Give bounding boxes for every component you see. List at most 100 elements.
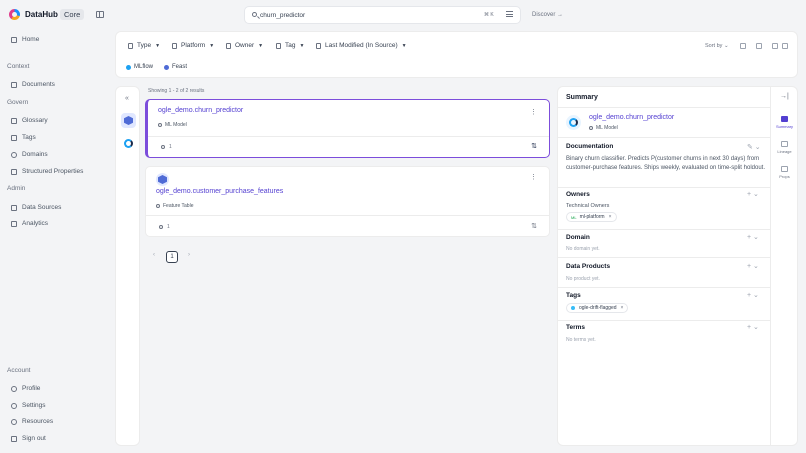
- user-icon: [226, 42, 231, 49]
- sidebar-item-documents[interactable]: Documents: [11, 81, 55, 88]
- sidebar-item-domains[interactable]: Domains: [11, 151, 48, 158]
- sidebar-item-data-sources[interactable]: Data Sources: [11, 204, 61, 211]
- sidebar-item-tags[interactable]: Tags: [11, 134, 36, 141]
- chip-label: MLflow: [134, 64, 154, 70]
- top-bar: DataHub Core churn_predictor ⌘ K Discove…: [0, 0, 806, 30]
- book-icon: [11, 117, 17, 124]
- expand-icon[interactable]: ⇅: [531, 142, 537, 150]
- app-title: DataHub: [25, 10, 58, 19]
- datahub-logo-icon[interactable]: [9, 9, 20, 20]
- sidebar: Home Context Documents Govern Glossary T…: [0, 30, 112, 453]
- domain-actions[interactable]: + ⌄: [747, 233, 759, 241]
- search-filter-icon[interactable]: [506, 11, 513, 17]
- double-chevron-left-icon[interactable]: «: [125, 95, 129, 102]
- document-icon: [11, 81, 17, 88]
- chevron-down-icon: ▼: [401, 42, 407, 49]
- close-icon[interactable]: ×: [609, 214, 612, 220]
- filter-platform[interactable]: Platform ▼: [172, 42, 214, 49]
- rail-platform-feast[interactable]: [121, 113, 136, 128]
- terms-title: Terms: [566, 324, 586, 331]
- card-divider: [146, 215, 549, 216]
- sidebar-collapse-icon[interactable]: [96, 11, 104, 18]
- owners-actions[interactable]: + ⌄: [747, 190, 759, 198]
- chevron-down-icon: ▼: [155, 42, 161, 49]
- search-value: churn_predictor: [260, 12, 306, 19]
- filter-owner[interactable]: Owner ▼: [226, 42, 263, 49]
- feast-icon: [124, 116, 133, 125]
- documentation-text: Binary churn classifier. Predicts P(cust…: [566, 156, 765, 171]
- chart-line-icon: [11, 220, 17, 227]
- tab-label: Summary: [775, 124, 794, 129]
- result-count: 1: [159, 224, 170, 230]
- feast-icon: [164, 64, 169, 70]
- platform-rail: «: [115, 86, 140, 446]
- discover-label: Discover: [532, 12, 556, 18]
- sidebar-item-label: Domains: [22, 151, 48, 158]
- sidebar-item-analytics[interactable]: Analytics: [11, 220, 48, 227]
- mlflow-icon: [569, 118, 578, 127]
- search-input[interactable]: churn_predictor: [244, 6, 521, 24]
- file-icon: [128, 42, 133, 49]
- chevron-down-icon: ▼: [299, 42, 305, 49]
- result-title[interactable]: ogle_demo.churn_predictor: [158, 107, 243, 114]
- model-icon: [158, 123, 162, 127]
- entity-name[interactable]: ogle_demo.churn_predictor: [589, 114, 674, 121]
- expand-icon[interactable]: ⇅: [531, 222, 537, 230]
- tag-pill[interactable]: ogle-drift-flagged ×: [566, 303, 629, 313]
- discover-link[interactable]: Discover →: [532, 12, 563, 18]
- entity-type-label: ML Model: [596, 125, 618, 131]
- sidebar-item-profile[interactable]: Profile: [11, 385, 40, 392]
- sidebar-item-structured-properties[interactable]: Structured Properties: [11, 168, 83, 175]
- owner-pill[interactable]: ML ml-platform ×: [566, 212, 617, 222]
- card-view-icon[interactable]: [772, 43, 778, 49]
- tab-label: Props: [779, 174, 790, 179]
- tags-actions[interactable]: + ⌄: [747, 291, 759, 299]
- sidebar-item-glossary[interactable]: Glossary: [11, 117, 48, 124]
- pagination-current[interactable]: 1: [166, 251, 178, 263]
- filter-type[interactable]: Type ▼: [128, 42, 160, 49]
- edit-icon[interactable]: [756, 43, 762, 49]
- more-options-icon[interactable]: ⋮: [530, 173, 537, 181]
- filter-tag[interactable]: Tag ▼: [276, 42, 304, 49]
- result-title[interactable]: ogle_demo.customer_purchase_features: [156, 188, 283, 195]
- documentation-title: Documentation: [566, 143, 614, 150]
- close-icon[interactable]: ×: [621, 305, 624, 311]
- entity-badge: [566, 115, 581, 130]
- sidebar-item-home[interactable]: Home: [11, 36, 39, 43]
- tag-color-dot: [571, 306, 575, 310]
- more-options-icon[interactable]: ⋮: [530, 108, 537, 116]
- filter-last-modified[interactable]: Last Modified (In Source) ▼: [316, 42, 407, 49]
- collapse-panel-icon[interactable]: →|: [780, 93, 789, 100]
- gear-icon: [11, 402, 17, 409]
- pagination-next[interactable]: ›: [188, 252, 190, 258]
- divider: [558, 287, 770, 288]
- sidebar-item-settings[interactable]: Settings: [11, 402, 46, 409]
- card-divider: [148, 136, 549, 137]
- eye-icon: [159, 225, 163, 229]
- sidebar-item-label: Home: [22, 36, 40, 43]
- mlflow-icon: [126, 64, 131, 70]
- download-icon[interactable]: [740, 43, 746, 49]
- result-card-customer-purchase-features[interactable]: ogle_demo.customer_purchase_features Fea…: [145, 166, 550, 237]
- pagination-prev[interactable]: ‹: [153, 252, 155, 258]
- sidebar-item-label: Profile: [22, 385, 41, 392]
- chevron-down-icon: ▼: [209, 42, 215, 49]
- divider: [558, 187, 770, 188]
- documentation-actions[interactable]: ✎ ⌄: [747, 143, 761, 151]
- result-type: Feature Table: [156, 203, 193, 209]
- terms-actions[interactable]: + ⌄: [747, 323, 759, 331]
- list-view-icon[interactable]: [782, 43, 788, 49]
- data-products-actions[interactable]: + ⌄: [747, 262, 759, 270]
- sidebar-item-sign-out[interactable]: Sign out: [11, 435, 46, 442]
- sidebar-item-resources[interactable]: Resources: [11, 418, 53, 425]
- rail-platform-mlflow[interactable]: [121, 136, 136, 151]
- domain-title: Domain: [566, 234, 590, 241]
- tab-lineage[interactable]: Lineage: [771, 141, 798, 154]
- result-card-churn-predictor[interactable]: ogle_demo.churn_predictor ML Model ⋮ 1 ⇅: [145, 99, 550, 158]
- platform-chip-feast[interactable]: Feast: [164, 64, 187, 70]
- globe-icon: [11, 151, 17, 158]
- tab-props[interactable]: Props: [771, 166, 798, 179]
- platform-chip-mlflow[interactable]: MLflow: [126, 64, 153, 70]
- tab-summary[interactable]: Summary: [771, 116, 798, 129]
- sort-by-dropdown[interactable]: Sort by ⌄: [705, 43, 729, 49]
